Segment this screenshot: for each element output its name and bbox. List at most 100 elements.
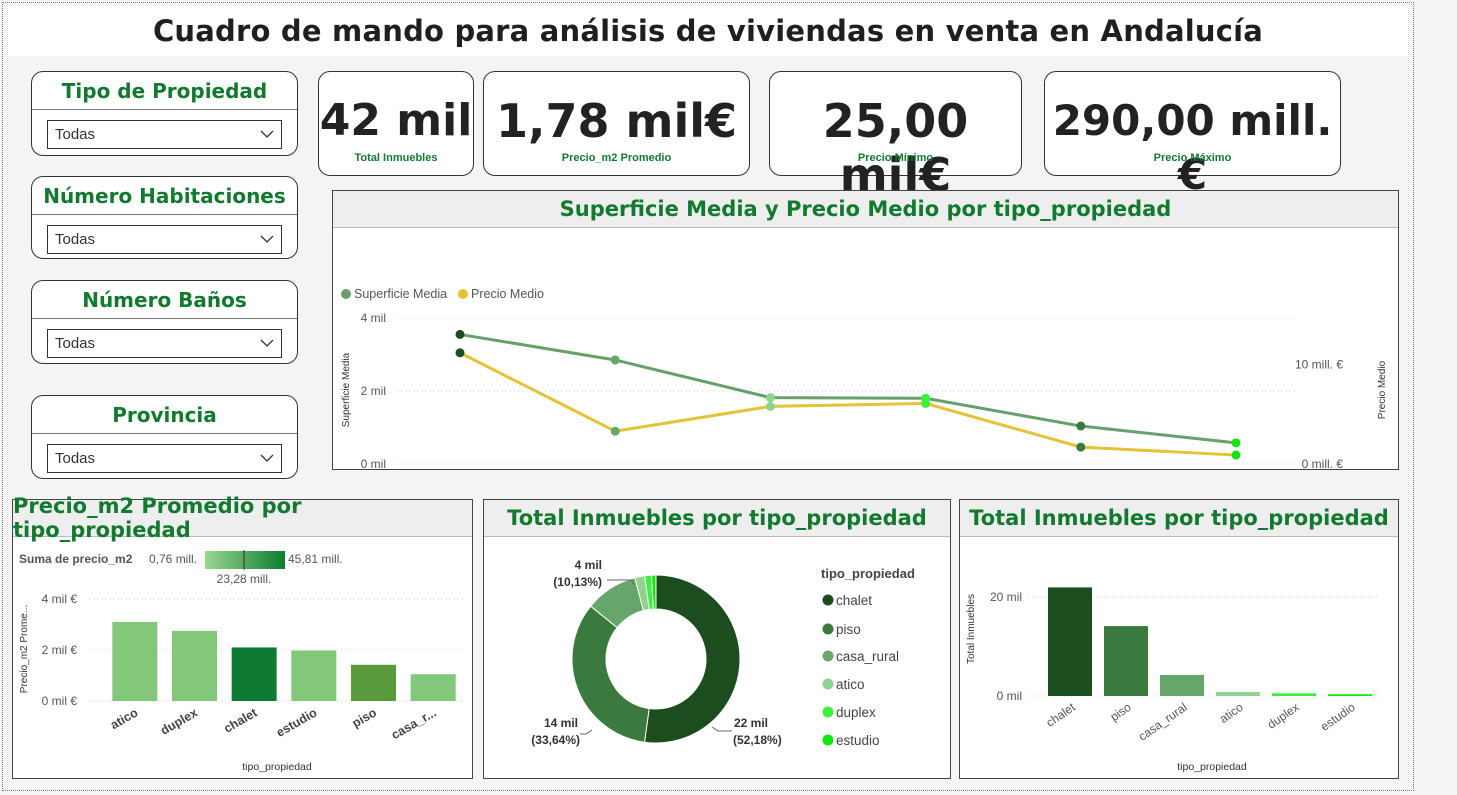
legend-title: tipo_propiedad <box>821 566 915 581</box>
bar <box>1160 674 1204 696</box>
x-tick-label: atico <box>108 705 141 732</box>
slicer-header: Provincia <box>32 396 297 434</box>
numero-habitaciones-dropdown[interactable]: Todas <box>47 225 282 254</box>
legend-label: piso <box>836 622 861 637</box>
data-label-pct: (10,13%) <box>553 575 602 589</box>
donut-slice-piso <box>571 605 650 743</box>
kpi-label: Precio Máximo <box>1153 152 1232 164</box>
data-point-superficie <box>765 393 775 403</box>
bar <box>351 664 396 701</box>
chevron-down-icon <box>260 339 274 347</box>
leader-line <box>580 729 593 735</box>
slicer-header: Número Baños <box>32 281 297 319</box>
chevron-down-icon <box>260 454 274 462</box>
legend-title: Suma de precio_m2 <box>19 552 133 566</box>
y-axis-title: Total Inmuebles <box>966 594 977 664</box>
x-tick-label: atico <box>1217 700 1246 726</box>
slicer-title: Tipo de Propiedad <box>61 78 268 103</box>
inmuebles-bar-chart: 0 mil 20 mil Total Inmuebles tipo_propiedad… <box>966 587 1380 773</box>
bar <box>172 630 217 701</box>
slicer-numero-banos: Número Baños Todas <box>31 280 298 364</box>
data-label-pct: (33,64%) <box>531 733 580 747</box>
y-tick-label: 0 mil € <box>42 694 78 708</box>
legend-marker <box>822 734 834 746</box>
inmuebles-bar-panel: Total Inmuebles por tipo_propiedad 0 mil… <box>959 499 1399 779</box>
inmuebles-donut-panel: Total Inmuebles por tipo_propiedad 22 mi… <box>483 499 951 779</box>
y-tick-label: 2 mil € <box>42 643 78 657</box>
data-point-precio <box>1231 450 1241 460</box>
legend-marker <box>822 623 834 635</box>
data-label-pct: (52,18%) <box>733 733 782 747</box>
y-axis-title: Precio_m2 Prome... <box>19 605 30 693</box>
bar <box>1216 692 1260 696</box>
series-line-precio-medio <box>459 351 1237 457</box>
y2-tick-label: 10 mill. € <box>1295 358 1343 372</box>
legend-max-label: 45,81 mill. <box>288 552 343 566</box>
legend-label: casa_rural <box>836 649 899 664</box>
y-axis-title: Superficie Media <box>341 352 352 427</box>
kpi-precio-maximo: 290,00 mill.€ Precio Máximo <box>1044 71 1341 199</box>
leader-line <box>711 726 732 732</box>
bar <box>291 650 337 701</box>
bar <box>112 621 158 701</box>
dropdown-value: Todas <box>55 335 96 352</box>
data-point-precio <box>1076 442 1086 452</box>
x-axis-title: tipo_propiedad <box>1177 761 1247 773</box>
x-tick-label: piso <box>1108 700 1134 724</box>
x-tick-label: estudio <box>274 705 320 740</box>
kpi-value: 290,00 mill.€ <box>1052 96 1333 199</box>
numero-banos-dropdown[interactable]: Todas <box>47 329 282 358</box>
panel-header: Total Inmuebles por tipo_propiedad <box>484 500 950 537</box>
x-tick-label: casa_rural <box>1136 700 1190 744</box>
data-label-value: 22 mil <box>734 716 768 730</box>
dropdown-value: Todas <box>55 231 96 248</box>
slicer-tipo-propiedad: Tipo de Propiedad Todas <box>31 71 298 156</box>
kpi-precio-m2-promedio: 1,78 mil€ Precio_m2 Promedio <box>483 71 750 176</box>
data-point-superficie <box>1076 421 1086 431</box>
chart-title: Precio_m2 Promedio por tipo_propiedad <box>13 494 302 542</box>
bar <box>231 647 277 701</box>
bar <box>1272 693 1316 696</box>
chevron-down-icon <box>260 130 274 138</box>
kpi-value: 25,00 mil€ <box>822 94 969 202</box>
kpi-label: Precio Mínimo <box>857 152 934 164</box>
x-tick-label: estudio <box>1318 700 1358 734</box>
chart-title: Total Inmuebles por tipo_propiedad <box>507 506 927 530</box>
superficie-precio-chart: Superficie Media Precio Medio 0 mil 2 mil 4 … <box>341 287 1388 502</box>
kpi-value: 42 mil <box>319 95 473 146</box>
data-point-precio <box>455 348 465 358</box>
precio-m2-chart: Suma de precio_m2 0,76 mill. 45,81 mill. 23… <box>19 550 463 773</box>
slicer-header: Número Habitaciones <box>32 177 297 215</box>
legend-label: duplex <box>836 705 876 720</box>
data-label-value: 14 mil <box>544 716 578 730</box>
x-tick-label: duplex <box>1265 700 1302 732</box>
legend-marker <box>822 594 834 606</box>
data-label-value: 4 mil <box>575 558 602 572</box>
dropdown-value: Todas <box>55 126 96 143</box>
data-point-superficie <box>610 355 620 365</box>
chart-title: Superficie Media y Precio Medio por tipo… <box>559 197 1172 221</box>
y-tick-label: 0 mil <box>361 457 386 469</box>
bar <box>1328 694 1372 696</box>
panel-header: Precio_m2 Promedio por tipo_propiedad <box>13 494 472 542</box>
legend-marker <box>822 706 834 718</box>
y2-axis-title: Precio Medio <box>1377 360 1388 419</box>
data-point-precio <box>610 426 620 436</box>
y-tick-label: 2 mil <box>361 384 386 398</box>
tipo-propiedad-dropdown[interactable]: Todas <box>47 120 282 149</box>
chevron-down-icon <box>260 235 274 243</box>
x-tick-label: chalet <box>221 705 260 736</box>
slicer-title: Número Habitaciones <box>43 183 286 208</box>
kpi-label: Precio_m2 Promedio <box>561 152 672 164</box>
slicer-title: Provincia <box>112 402 217 427</box>
legend-label: Precio Medio <box>471 287 544 301</box>
y-tick-label: 0 mil <box>997 689 1022 703</box>
legend-min-label: 0,76 mill. <box>149 552 197 566</box>
provincia-dropdown[interactable]: Todas <box>47 444 282 473</box>
y-tick-label: 20 mil <box>990 590 1022 604</box>
kpi-total-inmuebles: 42 mil Total Inmuebles <box>318 71 474 176</box>
chart-title: Total Inmuebles por tipo_propiedad <box>969 506 1389 530</box>
x-tick-label: piso <box>350 705 380 730</box>
superficie-precio-panel: Superficie Media y Precio Medio por tipo… <box>332 190 1399 502</box>
panel-header: Total Inmuebles por tipo_propiedad <box>960 500 1398 537</box>
